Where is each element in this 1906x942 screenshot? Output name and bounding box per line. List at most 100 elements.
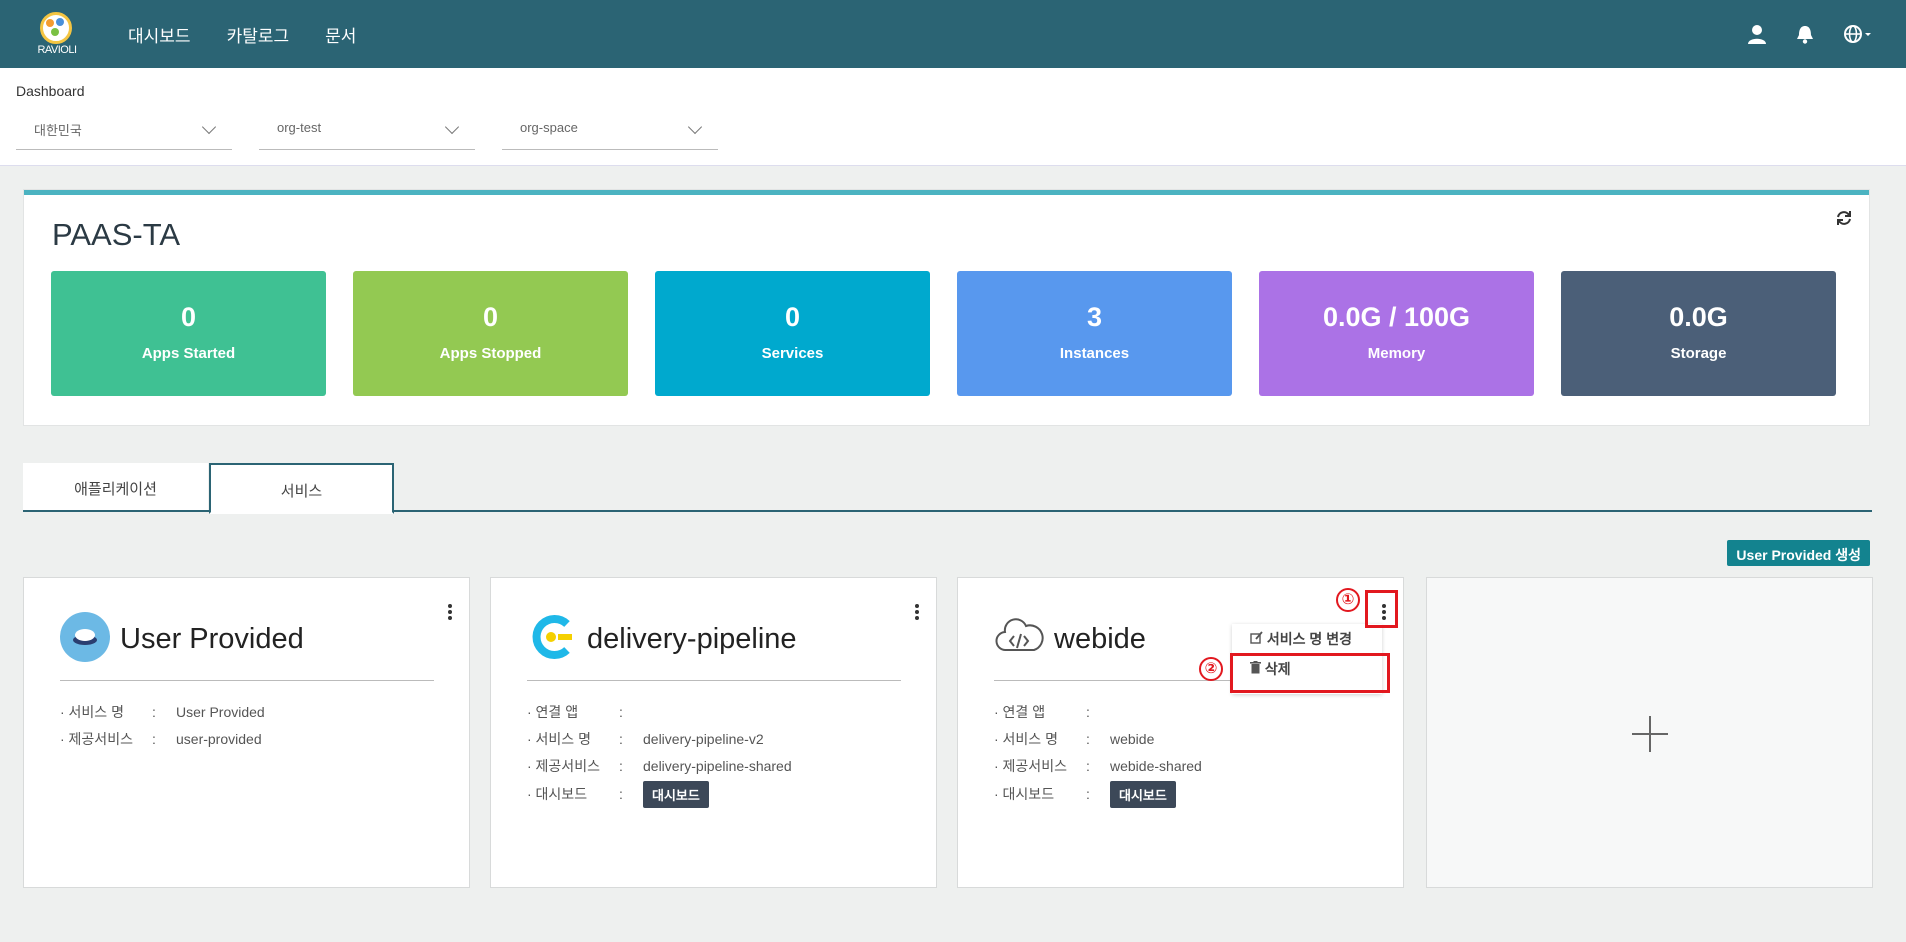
- card-header: delivery-pipeline: [527, 614, 797, 664]
- top-nav: RAVIOLI 대시보드 카탈로그 문서: [0, 0, 1906, 68]
- stat-memory: 0.0G / 100G Memory: [1259, 271, 1534, 396]
- create-user-provided-button[interactable]: User Provided 생성: [1727, 540, 1870, 566]
- detail-key: · 연결 앱: [527, 703, 579, 720]
- space-select-value: org-space: [520, 120, 578, 135]
- detail-key: · 대시보드: [527, 786, 588, 802]
- detail-row: · 연결 앱:: [527, 703, 623, 720]
- org-select-value: org-test: [277, 120, 322, 135]
- stat-value: 0.0G: [1669, 302, 1728, 332]
- step-marker-1: ①: [1336, 588, 1360, 612]
- ravioli-logo[interactable]: RAVIOLI: [30, 8, 80, 60]
- detail-row: · 서비스 명: User Provided: [60, 703, 265, 720]
- nav-link-dashboard[interactable]: 대시보드: [128, 22, 191, 47]
- stat-value: 3: [1086, 302, 1103, 332]
- stat-value: 0: [784, 302, 801, 332]
- detail-row: · 제공서비스: delivery-pipeline-shared: [527, 757, 792, 774]
- detail-key: · 서비스 명: [527, 730, 591, 747]
- detail-row: · 연결 앱:: [994, 703, 1090, 720]
- main-menu: 대시보드 카탈로그 문서: [128, 0, 392, 68]
- service-name: User Provided: [120, 622, 304, 655]
- tab-services[interactable]: 서비스: [209, 463, 394, 514]
- dashboard-button[interactable]: 대시보드: [643, 780, 709, 808]
- detail-key: · 제공서비스: [527, 757, 600, 774]
- stat-label: Apps Stopped: [439, 345, 542, 362]
- nav-icons: [1746, 0, 1872, 68]
- logo-text: RAVIOLI: [37, 44, 77, 56]
- menu-item-label: 서비스 명 변경: [1266, 631, 1352, 647]
- detail-value: user-provided: [176, 730, 262, 747]
- delivery-pipeline-icon: [527, 612, 577, 667]
- stat-instances: 3 Instances: [957, 271, 1232, 396]
- service-details: · 연결 앱: · 서비스 명: webide · 제공서비스: webide-sh…: [994, 698, 1202, 809]
- tab-bar: 애플리케이션 서비스: [23, 463, 1872, 514]
- detail-row: · 서비스 명: delivery-pipeline-v2: [527, 730, 764, 747]
- stat-services: 0 Services: [655, 271, 930, 396]
- detail-key: · 제공서비스: [60, 730, 133, 747]
- stat-label: Storage: [1670, 345, 1727, 362]
- globe-icon[interactable]: [1842, 23, 1872, 45]
- nav-link-catalog[interactable]: 카탈로그: [227, 22, 290, 47]
- user-icon[interactable]: [1746, 23, 1768, 45]
- refresh-icon[interactable]: [1835, 209, 1853, 227]
- stat-apps-stopped: 0 Apps Stopped: [353, 271, 628, 396]
- card-header: webide: [994, 614, 1146, 664]
- panel-title: PAAS-TA: [52, 217, 181, 252]
- stat-label: Apps Started: [141, 345, 236, 362]
- dashboard-button[interactable]: 대시보드: [1110, 780, 1176, 808]
- plus-icon: [1632, 716, 1668, 752]
- summary-panel: PAAS-TA 0 Apps Started 0 Apps Stopped 0 …: [24, 190, 1869, 425]
- org-select[interactable]: org-test: [259, 112, 475, 150]
- highlight-box-delete: [1230, 653, 1390, 693]
- stat-value: 0: [482, 302, 499, 332]
- highlight-box-kebab: [1365, 590, 1398, 628]
- user-provided-icon: [60, 611, 110, 667]
- stat-apps-started: 0 Apps Started: [51, 271, 326, 396]
- service-details: · 서비스 명: User Provided · 제공서비스: user-provi…: [60, 698, 265, 752]
- detail-row: · 제공서비스: user-provided: [60, 730, 262, 747]
- step-marker-2: ②: [1199, 657, 1223, 681]
- detail-value: User Provided: [176, 703, 265, 720]
- detail-value: delivery-pipeline-shared: [643, 757, 792, 774]
- region-select[interactable]: 대한민국: [16, 112, 232, 150]
- chevron-down-icon: [444, 119, 460, 135]
- detail-key: · 서비스 명: [994, 730, 1058, 747]
- chevron-down-icon: [687, 119, 703, 135]
- menu-item-rename[interactable]: 서비스 명 변경: [1232, 624, 1382, 654]
- bell-icon[interactable]: [1794, 23, 1816, 45]
- detail-value: webide-shared: [1110, 757, 1202, 774]
- stat-label: Services: [761, 345, 824, 362]
- divider: [60, 680, 434, 681]
- detail-value: delivery-pipeline-v2: [643, 730, 764, 747]
- stat-value: 0.0G / 100G: [1322, 302, 1471, 332]
- service-name: delivery-pipeline: [587, 622, 797, 655]
- tab-applications[interactable]: 애플리케이션: [23, 463, 208, 512]
- breadcrumb: Dashboard: [16, 83, 85, 99]
- region-select-value: 대한민국: [34, 123, 82, 138]
- detail-key: · 연결 앱: [994, 703, 1046, 720]
- detail-row: · 대시보드: 대시보드: [527, 779, 792, 809]
- logo-mark: [40, 12, 72, 44]
- card-header: User Provided: [60, 611, 304, 667]
- detail-row: · 제공서비스: webide-shared: [994, 757, 1202, 774]
- detail-key: · 제공서비스: [994, 757, 1067, 774]
- chevron-down-icon: [201, 119, 217, 135]
- service-details: · 연결 앱: · 서비스 명: delivery-pipeline-v2 · 제…: [527, 698, 792, 809]
- service-name: webide: [1054, 622, 1146, 655]
- space-select[interactable]: org-space: [502, 112, 718, 150]
- detail-key: · 대시보드: [994, 786, 1055, 802]
- service-card-delivery-pipeline: delivery-pipeline · 연결 앱: · 서비스 명: delive…: [490, 577, 937, 888]
- detail-value: webide: [1110, 730, 1155, 747]
- detail-row: · 대시보드: 대시보드: [994, 779, 1202, 809]
- add-service-card[interactable]: [1426, 577, 1873, 888]
- stat-storage: 0.0G Storage: [1561, 271, 1836, 396]
- more-options-icon[interactable]: [915, 604, 919, 620]
- stat-label: Instances: [1059, 345, 1130, 362]
- detail-key: · 서비스 명: [60, 703, 124, 720]
- nav-link-docs[interactable]: 문서: [325, 22, 356, 47]
- more-options-icon[interactable]: [448, 604, 452, 620]
- cloud-code-icon: [994, 612, 1044, 667]
- divider: [527, 680, 901, 681]
- stat-value: 0: [180, 302, 197, 332]
- edit-icon: [1250, 631, 1267, 647]
- detail-row: · 서비스 명: webide: [994, 730, 1155, 747]
